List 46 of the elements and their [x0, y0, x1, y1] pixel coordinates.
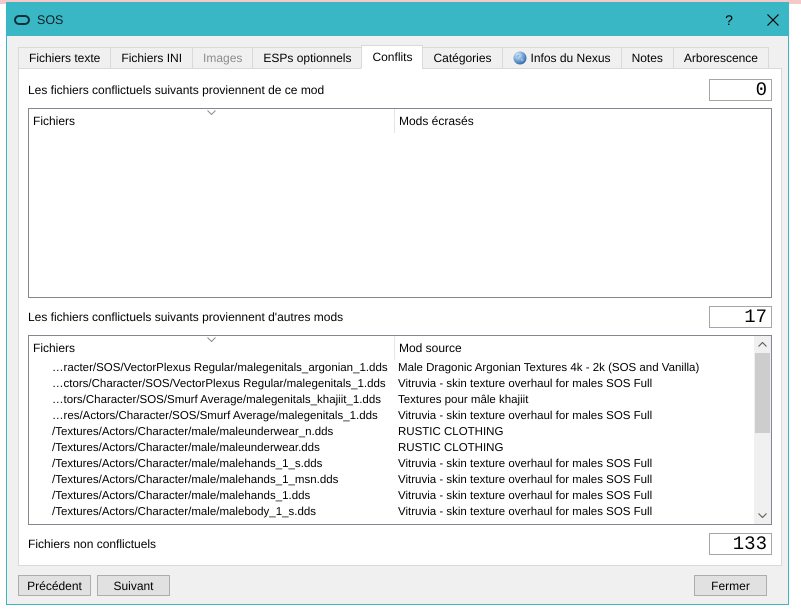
- mod-name-cell-text: Vitruvia - skin texture overhaul for males SOS Full: [397, 489, 654, 504]
- section-label: Les fichiers conflictuels suivants proviennent d'autres mods: [28, 310, 344, 324]
- column-header[interactable]: Fichiers: [29, 336, 395, 360]
- tab[interactable]: Catégories: [422, 47, 503, 69]
- file-path-cell-text: …res/Actors/Character/SOS/Smurf Average/malegenitals_1.dds: [51, 409, 379, 424]
- dialog-button[interactable]: Précédent: [18, 575, 91, 596]
- mod-name-cell-text: Vitruvia - skin texture overhaul for males SOS Full: [397, 377, 654, 392]
- count-display: 17: [709, 306, 772, 328]
- count-display: 133: [709, 533, 772, 555]
- tab[interactable]: Conflits: [361, 45, 424, 69]
- dialog-button[interactable]: Suivant: [97, 575, 170, 596]
- file-path-cell-text: /Textures/Actors/Character/male/maleunderwear_n.dds: [51, 425, 334, 440]
- globe-icon: [512, 51, 527, 65]
- mod-name-cell-text: RUSTIC CLOTHING: [397, 425, 504, 440]
- mod-name-cell-text: Vitruvia - skin texture overhaul for males SOS Full: [397, 473, 654, 488]
- window-title: SOS: [37, 12, 64, 26]
- column-header[interactable]: Mod source: [395, 336, 754, 360]
- help-button[interactable]: ?: [714, 3, 744, 36]
- scroll-down-icon[interactable]: [758, 513, 767, 518]
- mod-name-cell-text: Male Dragonic Argonian Textures 4k - 2k (SOS and Vanilla): [397, 361, 700, 376]
- dialog-button[interactable]: Fermer: [694, 575, 767, 596]
- file-path-cell-text: /Textures/Actors/Character/male/malehands_1_msn.dds: [51, 473, 340, 488]
- tab[interactable]: Fichiers texte: [18, 47, 112, 69]
- count-display: 0: [709, 79, 772, 101]
- mod-name-cell-text: RUSTIC CLOTHING: [397, 441, 504, 456]
- column-header[interactable]: Fichiers: [29, 109, 395, 133]
- mod-name-cell-text: Vitruvia - skin texture overhaul for males SOS Full: [397, 457, 654, 472]
- mod-name-cell-text: Vitruvia - skin texture overhaul for males SOS Full: [397, 505, 654, 520]
- tab[interactable]: Arborescence: [672, 47, 769, 69]
- section-label: Fichiers non conflictuels: [28, 537, 156, 551]
- column-header[interactable]: Mods écrasés: [395, 109, 771, 133]
- file-path-cell-text: …racter/SOS/VectorPlexus Regular/malegenitals_argonian_1.dds: [51, 361, 389, 376]
- section-label: Les fichiers conflictuels suivants proviennent de ce mod: [28, 83, 324, 97]
- file-path-cell-text: …tors/Character/SOS/Smurf Average/malegenitals_khajiit_1.dds: [51, 393, 382, 408]
- mod-name-cell-text: Textures pour mâle khajiit: [397, 393, 530, 408]
- file-path-cell-text: /Textures/Actors/Character/male/malehands_1.dds: [51, 489, 312, 504]
- mod-name-cell-text: Vitruvia - skin texture overhaul for males SOS Full: [397, 409, 654, 424]
- file-path-cell-text: /Textures/Actors/Character/male/malebody_1_s.dds: [51, 505, 317, 520]
- file-path-cell-text: /Textures/Actors/Character/male/malehands_1_s.dds: [51, 457, 324, 472]
- scroll-up-icon[interactable]: [758, 342, 767, 347]
- file-path-cell-text: /Textures/Actors/Character/male/maleunderwear.dds: [51, 441, 321, 456]
- file-path-cell-text: …ctors/Character/SOS/VectorPlexus Regular/malegenitals_1.dds: [51, 377, 387, 392]
- scrollbar-thumb[interactable]: [755, 353, 770, 433]
- app-logo-icon: [14, 14, 30, 24]
- close-icon: [767, 14, 779, 26]
- scrollbar[interactable]: [754, 336, 771, 524]
